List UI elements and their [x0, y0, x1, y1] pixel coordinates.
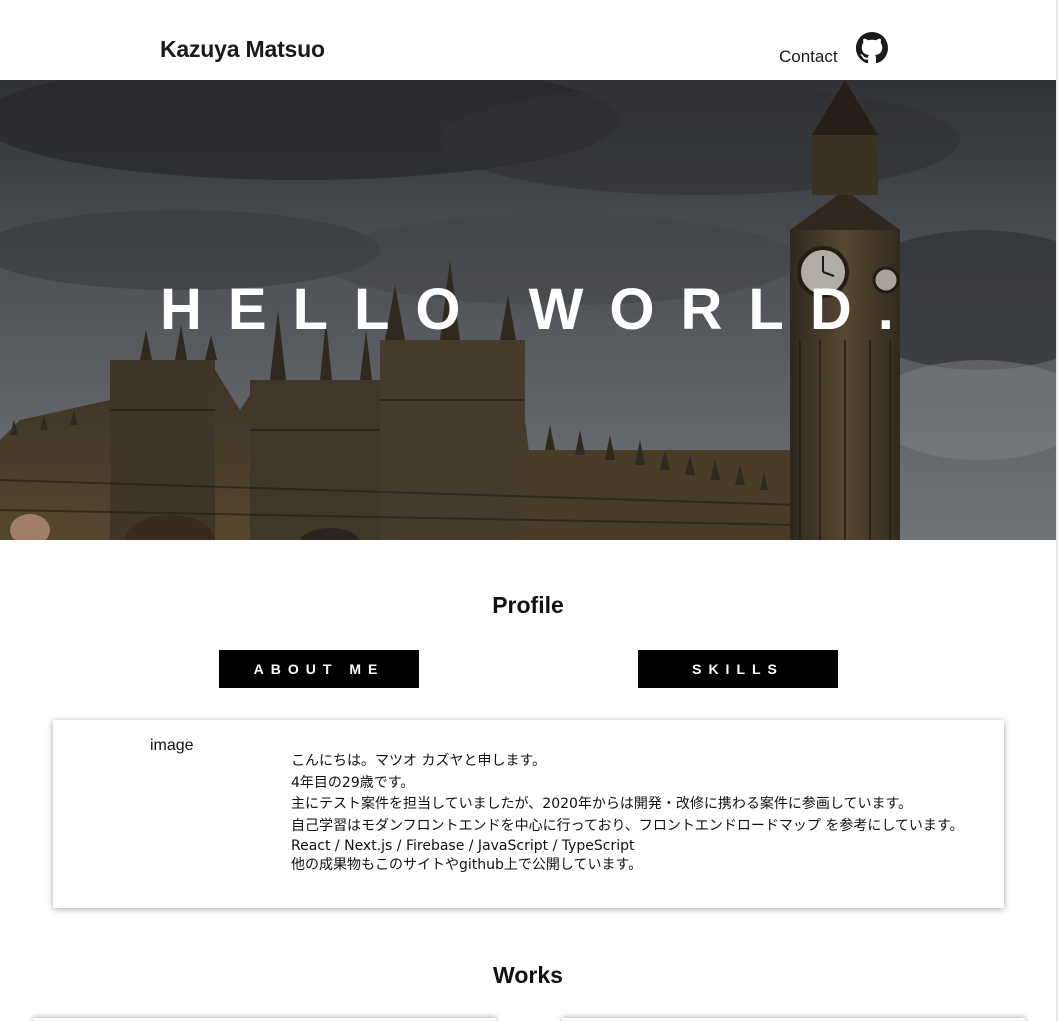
profile-image-placeholder: image — [150, 737, 194, 754]
hero-banner: HELLO WORLD. — [0, 80, 1058, 540]
profile-line-outputs: 他の成果物もこのサイトやgithub上で公開しています。 — [291, 857, 643, 873]
github-icon[interactable] — [856, 32, 888, 64]
hero-title: HELLO WORLD. — [160, 277, 920, 342]
site-title[interactable]: Kazuya Matsuo — [160, 36, 325, 63]
profile-line-career: 主にテスト案件を担当していましたが、2020年からは開発・改修に携わる案件に参画… — [291, 796, 913, 812]
profile-line-tech-stack: React / Next.js / Firebase / JavaScript … — [291, 838, 635, 854]
profile-line-greeting: こんにちは。マツオ カズヤと申します。 — [291, 753, 547, 769]
tab-skills[interactable]: SKILLS — [638, 650, 838, 688]
site-header: Kazuya Matsuo Contact — [0, 0, 1056, 80]
profile-card: image こんにちは。マツオ カズヤと申します。 4年目の29歳です。 主にテ… — [53, 720, 1004, 908]
tab-about-me[interactable]: ABOUT ME — [219, 650, 419, 688]
profile-line-age: 4年目の29歳です。 — [291, 774, 415, 791]
page: Kazuya Matsuo Contact HELLO WORLD. Profi… — [0, 0, 1058, 1021]
works-section-title: Works — [493, 962, 563, 988]
nav-link-contact[interactable]: Contact — [779, 47, 838, 67]
profile-section-title: Profile — [492, 592, 564, 618]
profile-line-study: 自己学習はモダンフロントエンドを中心に行っており、フロントエンドロードマップ を… — [291, 817, 964, 834]
profile-description: こんにちは。マツオ カズヤと申します。 4年目の29歳です。 主にテスト案件を担… — [291, 751, 964, 875]
